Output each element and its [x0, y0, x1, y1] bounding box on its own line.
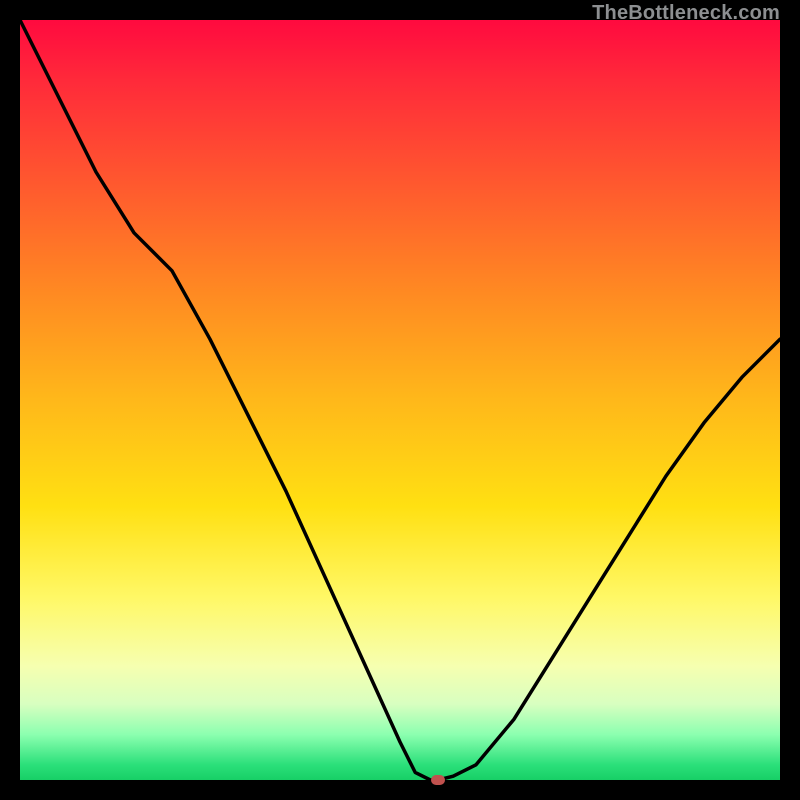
- plot-area: [20, 20, 780, 780]
- curve-path: [20, 20, 780, 780]
- chart-frame: TheBottleneck.com: [0, 0, 800, 800]
- optimal-point-marker: [431, 775, 445, 785]
- bottleneck-curve: [20, 20, 780, 780]
